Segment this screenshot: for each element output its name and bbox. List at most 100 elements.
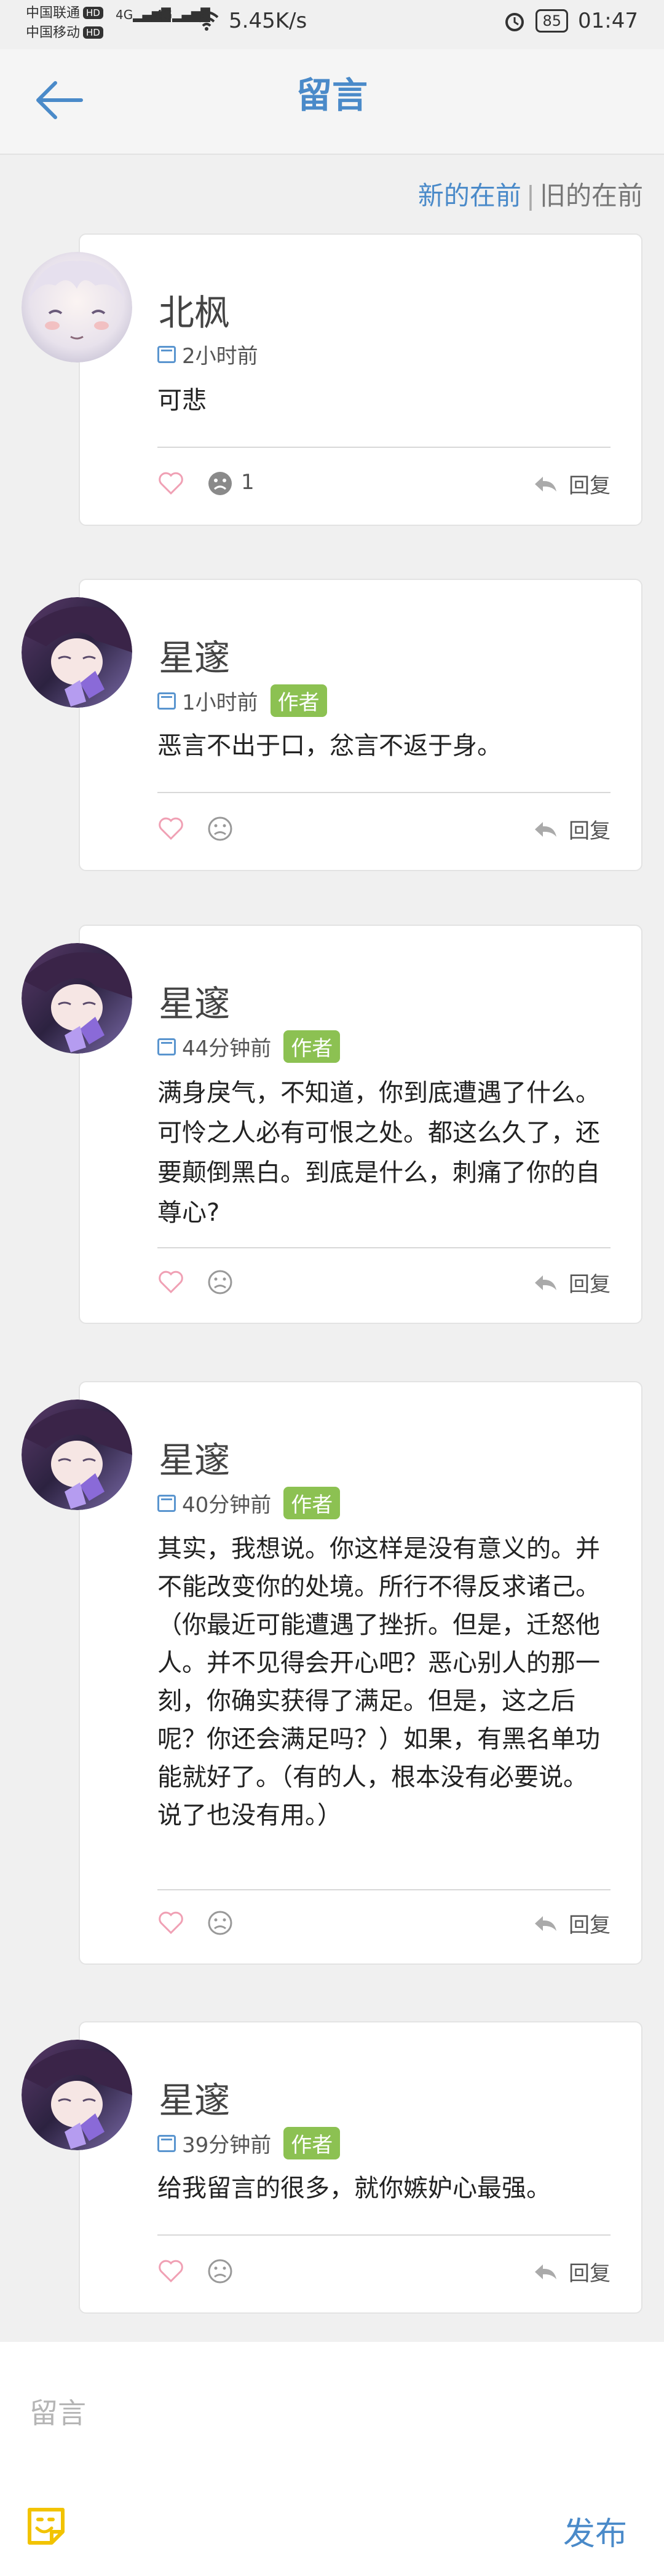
divider [157, 792, 611, 793]
author-name[interactable]: 星邃 [159, 629, 230, 681]
divider [157, 1889, 611, 1890]
reply-icon [535, 1275, 556, 1290]
comment-item: 星邃 40分钟前 作者 其实，我想说。你这样是没有意义的。并不能改变你的处境。所… [0, 1381, 664, 1965]
heart-icon[interactable] [157, 1269, 184, 1296]
divider [157, 447, 611, 448]
comment-time: 40分钟前 [182, 1493, 272, 1517]
avatar[interactable] [22, 252, 132, 362]
comment-item: 星邃 44分钟前 作者 满身戾气，不知道，你到底遭遇了什么。可怜之人必有可恨之处… [0, 925, 664, 1324]
author-name[interactable]: 星邃 [159, 1431, 230, 1483]
carrier-2: 中国移动 [26, 25, 81, 41]
reply-icon [535, 1916, 556, 1931]
reply-button[interactable]: 回复 [533, 1908, 611, 1938]
calendar-icon [157, 1494, 176, 1512]
avatar[interactable] [22, 597, 132, 708]
author-badge: 作者 [283, 1030, 341, 1063]
reply-label: 回复 [569, 474, 611, 498]
heart-icon[interactable] [157, 2258, 184, 2285]
comment-text: 其实，我想说。你这样是没有意义的。并不能改变你的处境。所行不得反求诸己。（你最近… [157, 1535, 600, 1830]
sort-separator: | [526, 181, 535, 211]
page-title: 留言 [296, 74, 368, 116]
comment-item: 星邃 39分钟前 作者 给我留言的很多，就你嫉妒心最强。 回复 [0, 2021, 664, 2314]
comment-item: 星邃 1小时前 作者 恶言不出于口，忿言不返于身。 回复 [0, 579, 664, 871]
sort-toggle: 新的在前 | 旧的在前 [418, 175, 643, 213]
avatar[interactable] [22, 2040, 132, 2150]
comment-card: 北枫 2小时前 可悲 1 回复 [79, 233, 642, 526]
battery-icon: 85 [536, 9, 569, 33]
publish-button[interactable]: 发布 [563, 2508, 627, 2554]
reply-label: 回复 [569, 2261, 611, 2286]
hd-badge: HD [83, 26, 103, 39]
reply-label: 回复 [569, 1272, 611, 1297]
reply-button[interactable]: 回复 [533, 1267, 611, 1298]
divider [157, 2234, 611, 2236]
hd-badge: HD [83, 7, 103, 19]
clock: 01:47 [578, 9, 638, 33]
sort-newest[interactable]: 新的在前 [418, 181, 521, 211]
comment-meta: 39分钟前 作者 [157, 2127, 341, 2159]
sad-face-icon[interactable] [207, 815, 234, 842]
sticker-icon[interactable] [25, 2505, 68, 2548]
author-name[interactable]: 北枫 [159, 284, 230, 335]
comment-composer: 留言 发布 [0, 2342, 664, 2576]
comment-meta: 2小时前 [157, 339, 258, 369]
comment-card: 星邃 40分钟前 作者 其实，我想说。你这样是没有意义的。并不能改变你的处境。所… [79, 1381, 642, 1965]
heart-icon[interactable] [157, 470, 184, 497]
alarm-icon [505, 13, 524, 31]
comment-text: 可悲 [157, 386, 207, 415]
comment-card: 星邃 1小时前 作者 恶言不出于口，忿言不返于身。 回复 [79, 579, 642, 871]
reply-icon [535, 476, 556, 491]
sad-face-icon[interactable] [207, 1909, 234, 1936]
reply-label: 回复 [569, 1913, 611, 1938]
calendar-icon [157, 692, 176, 710]
comment-actions: 1 回复 [157, 465, 611, 502]
comment-actions: 回复 [157, 810, 611, 847]
comment-actions: 回复 [157, 1905, 611, 1941]
comment-card: 星邃 39分钟前 作者 给我留言的很多，就你嫉妒心最强。 回复 [79, 2021, 642, 2314]
sad-face-icon[interactable] [207, 1269, 234, 1296]
calendar-icon [157, 345, 176, 363]
divider [157, 1247, 611, 1248]
comment-text: 恶言不出于口，忿言不返于身。 [157, 732, 502, 760]
avatar[interactable] [22, 1400, 132, 1510]
reply-icon [535, 821, 556, 837]
reply-button[interactable]: 回复 [533, 469, 611, 499]
comment-time: 39分钟前 [182, 2133, 272, 2158]
author-name[interactable]: 星邃 [159, 2072, 230, 2123]
comment-card: 星邃 44分钟前 作者 满身戾气，不知道，你到底遭遇了什么。可怜之人必有可恨之处… [79, 925, 642, 1324]
comment-meta: 44分钟前 作者 [157, 1030, 341, 1063]
carrier-1: 中国联通 [26, 6, 81, 21]
sort-oldest[interactable]: 旧的在前 [540, 181, 643, 211]
heart-icon[interactable] [157, 815, 184, 842]
comment-time: 44分钟前 [182, 1036, 272, 1061]
app-bar: 留言 [0, 49, 664, 155]
author-name[interactable]: 星邃 [159, 975, 230, 1027]
wifi-icon [194, 11, 219, 31]
author-badge: 作者 [283, 1487, 341, 1519]
comment-item: 北枫 2小时前 可悲 1 回复 [0, 233, 664, 526]
comment-time: 1小时前 [182, 691, 258, 715]
author-badge: 作者 [270, 684, 327, 717]
comment-meta: 1小时前 作者 [157, 684, 327, 717]
status-bar: 中国联通 HD 中国移动 HD 4G▂▄▆█ 4G▂▄▆█ 5.45K/s 85 0… [0, 0, 664, 49]
reply-icon [535, 2264, 556, 2279]
comment-input[interactable]: 留言 [30, 2391, 86, 2432]
heart-icon[interactable] [157, 1909, 184, 1936]
reply-label: 回复 [569, 819, 611, 844]
comment-time: 2小时前 [182, 344, 258, 369]
comment-meta: 40分钟前 作者 [157, 1487, 341, 1519]
face-count: 1 [241, 470, 255, 495]
comment-text: 满身戾气，不知道，你到底遭遇了什么。可怜之人必有可恨之处。都这么久了，还要颠倒黑… [157, 1079, 600, 1227]
sad-face-icon[interactable] [207, 470, 234, 497]
carrier-info: 中国联通 HD 中国移动 HD [26, 4, 103, 43]
comment-text: 给我留言的很多，就你嫉妒心最强。 [157, 2174, 551, 2202]
network-speed: 5.45K/s [229, 9, 307, 33]
reply-button[interactable]: 回复 [533, 814, 611, 844]
sad-face-icon[interactable] [207, 2258, 234, 2285]
calendar-icon [157, 1038, 176, 1055]
comment-actions: 回复 [157, 1264, 611, 1301]
calendar-icon [157, 2134, 176, 2152]
reply-button[interactable]: 回复 [533, 2257, 611, 2287]
author-badge: 作者 [283, 2127, 341, 2159]
avatar[interactable] [22, 943, 132, 1054]
